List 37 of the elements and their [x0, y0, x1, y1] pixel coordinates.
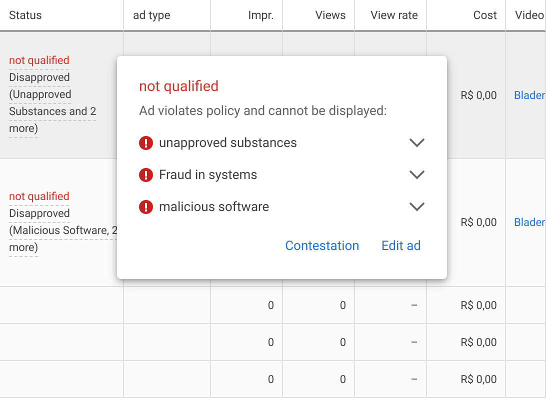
action-button[interactable]: Edit ad	[381, 239, 421, 254]
cell-text: 0	[268, 336, 274, 348]
error-icon	[139, 200, 153, 214]
cell-text: R$ 0,00	[460, 88, 497, 102]
video-link[interactable]: Bladerl	[514, 216, 546, 229]
cell-text: 0	[340, 372, 346, 386]
cell-text: R$ 0,00	[460, 336, 497, 348]
status-detail: (Unapproved	[9, 86, 72, 104]
chevron-down-icon[interactable]	[409, 202, 425, 212]
violation-label: unapproved substances	[159, 136, 298, 150]
error-icon	[139, 136, 153, 150]
status-text: not qualified	[9, 188, 70, 206]
cell-text: –	[410, 336, 418, 348]
video-link[interactable]: Bladerl	[514, 88, 546, 102]
cell-text: 0	[340, 298, 346, 312]
popup-message: Ad violates policy and cannot be displayed:	[139, 104, 388, 119]
error-icon	[139, 168, 153, 182]
status-detail: more)	[9, 240, 38, 256]
cell-text: R$ 0,00	[460, 372, 497, 386]
cell-text: 0	[268, 298, 274, 312]
status-text: not qualified	[9, 52, 70, 70]
violation-label: Fraud in systems	[159, 168, 258, 182]
chevron-down-icon[interactable]	[409, 138, 425, 148]
cell-text: R$ 0,00	[460, 216, 497, 229]
status-detail: Disapproved	[9, 206, 70, 222]
status-detail: Substances and 2	[9, 104, 96, 120]
status-detail: more)	[9, 120, 38, 138]
cell-text: R$ 0,00	[460, 298, 497, 312]
popup-title: not qualified	[139, 78, 220, 95]
action-button[interactable]: Contestation	[285, 239, 360, 254]
status-detail: Disapproved	[9, 70, 70, 86]
cell-text: –	[410, 372, 418, 386]
violation-label: malicious software	[159, 200, 270, 214]
cell-text: 0	[340, 336, 346, 348]
cell-text: –	[410, 298, 418, 312]
chevron-down-icon[interactable]	[409, 170, 425, 180]
cell-text: 0	[268, 372, 274, 386]
